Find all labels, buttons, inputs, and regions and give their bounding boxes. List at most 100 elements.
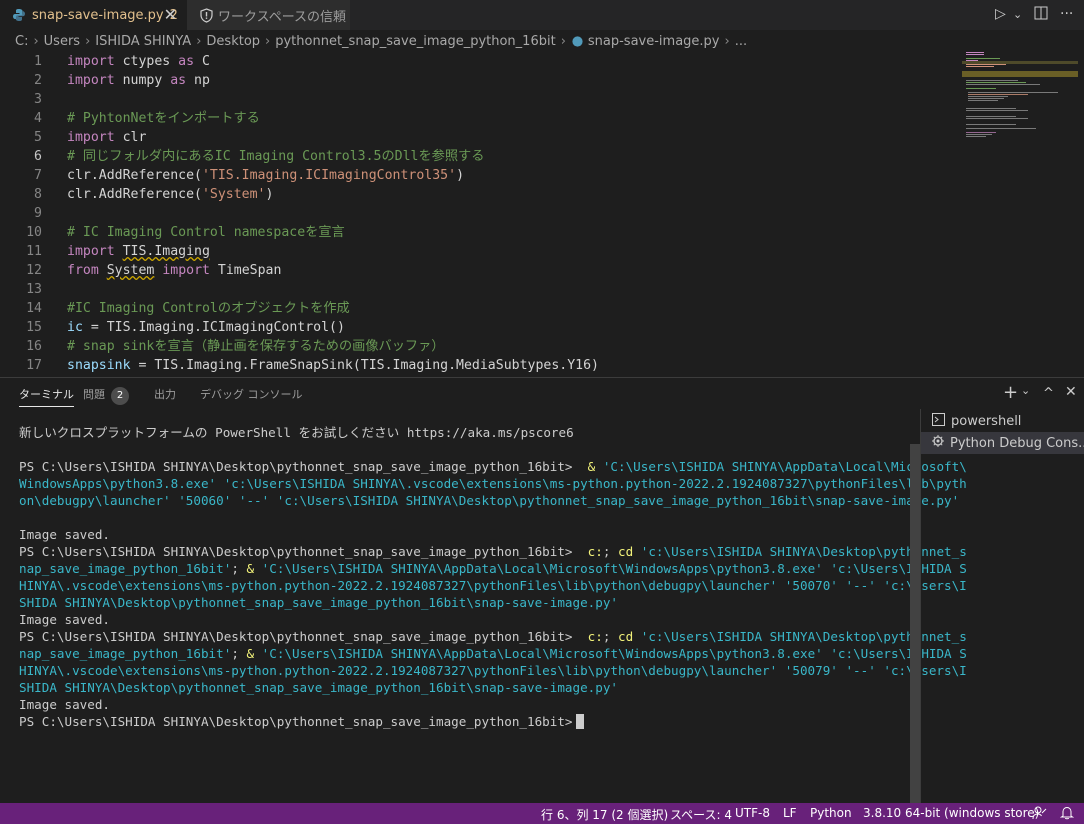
terminal-line: PS C:\Users\ISHIDA SHINYA\Desktop\python… xyxy=(19,543,967,560)
code-line[interactable]: 1 import ctypes as C xyxy=(0,52,960,71)
minimap[interactable] xyxy=(962,52,1078,152)
terminal-text: cd xyxy=(618,629,634,644)
problems-count-badge: 2 xyxy=(111,387,129,405)
code-text: import ctypes as C xyxy=(67,52,210,71)
code-line[interactable]: 5 import clr xyxy=(0,128,960,147)
run-icon[interactable]: ▷ xyxy=(995,6,1006,22)
notifications-bell-icon[interactable] xyxy=(1059,805,1075,823)
status-interpreter[interactable]: 3.8.10 64-bit (windows store) xyxy=(863,806,1039,820)
code-line[interactable]: 12 from System import TimeSpan xyxy=(0,261,960,280)
python-file-icon xyxy=(13,9,25,21)
line-number: 15 xyxy=(26,320,42,335)
breadcrumb-item[interactable]: pythonnet_snap_save_image_python_16bit xyxy=(275,34,555,49)
tab-terminal[interactable]: ターミナル xyxy=(19,386,74,407)
code-line[interactable]: 17 snapsink = TIS.Imaging.FrameSnapSink(T… xyxy=(0,356,960,375)
tab-label: snap-save-image.py xyxy=(32,7,164,23)
code-line[interactable]: 2 import numpy as np xyxy=(0,71,960,90)
more-actions-icon[interactable]: ··· xyxy=(1060,6,1073,22)
tab-workspace-trust[interactable]: ワークスペースの信頼 xyxy=(187,0,350,30)
code-token: ctypes xyxy=(114,54,179,69)
line-number: 10 xyxy=(26,225,42,240)
terminal-text: Image saved. xyxy=(19,527,110,542)
code-line[interactable]: 11 import TIS.Imaging xyxy=(0,242,960,261)
feedback-icon[interactable] xyxy=(1032,805,1047,823)
breadcrumb-item[interactable]: C: xyxy=(15,34,28,49)
code-text: snapsink = TIS.Imaging.FrameSnapSink(TIS… xyxy=(67,356,599,375)
code-token: import xyxy=(162,263,210,278)
status-eol[interactable]: LF xyxy=(783,806,797,820)
tab-problems[interactable]: 問題 2 xyxy=(83,386,129,405)
bottom-panel: ターミナル 問題 2 出力 デバッグ コンソール + ⌄ ^ ✕ 新しいクロスプラ… xyxy=(0,377,1084,804)
chevron-down-icon[interactable]: ⌄ xyxy=(1021,384,1030,397)
terminal-scrollbar[interactable] xyxy=(910,444,920,803)
breadcrumb-item[interactable]: ISHIDA SHINYA xyxy=(95,34,191,49)
code-line[interactable]: 15 ic = TIS.Imaging.ICImagingControl() xyxy=(0,318,960,337)
code-line[interactable]: 3 xyxy=(0,90,960,109)
terminal-line: Image saved. xyxy=(19,611,899,628)
status-language[interactable]: Python xyxy=(810,806,852,820)
split-editor-icon[interactable] xyxy=(1034,6,1048,24)
tab-debug-console[interactable]: デバッグ コンソール xyxy=(200,386,303,402)
status-cursor-position[interactable]: 行 6、列 17 (2 個選択) xyxy=(541,806,668,823)
code-line[interactable]: 7 clr.AddReference('TIS.Imaging.ICImaging… xyxy=(0,166,960,185)
terminal-line: Image saved. xyxy=(19,696,899,713)
code-line[interactable]: 13 xyxy=(0,280,960,299)
close-panel-icon[interactable]: ✕ xyxy=(1065,384,1077,400)
terminal-line: on\debugpy\launcher' '50060' '--' 'c:\Us… xyxy=(19,492,959,509)
line-number: 4 xyxy=(34,111,42,126)
terminal-line: SHIDA SHINYA\Desktop\pythonnet_snap_save… xyxy=(19,679,899,696)
line-number: 13 xyxy=(26,282,42,297)
chevron-down-icon[interactable]: ⌄ xyxy=(1013,8,1022,21)
terminal-list-item-powershell[interactable]: powershell xyxy=(921,410,1084,432)
terminal-text: on\debugpy\launcher' '50060' '--' 'c:\Us… xyxy=(19,493,960,508)
code-line[interactable]: 4 # PyhtonNetをインポートする xyxy=(0,109,960,128)
breadcrumb-item[interactable]: Users xyxy=(44,34,80,49)
tab-snap-save-image[interactable]: snap-save-image.py 2 ✕ xyxy=(0,0,187,30)
breadcrumb-item[interactable]: Desktop xyxy=(206,34,260,49)
code-token: import xyxy=(67,130,115,145)
line-number: 17 xyxy=(26,358,42,373)
terminal-text: ; xyxy=(231,646,247,661)
terminal-line: 新しいクロスプラットフォームの PowerShell をお試しください http… xyxy=(19,424,899,441)
terminal-icon xyxy=(931,412,946,430)
code-editor[interactable]: 1 import ctypes as C 2 import numpy as np 3 4… xyxy=(0,52,1084,374)
status-indentation[interactable]: スペース: 4 xyxy=(670,806,732,823)
breadcrumb-item[interactable]: ... xyxy=(735,34,747,49)
terminal-text: & xyxy=(246,646,255,661)
terminal-text: Image saved. xyxy=(19,697,110,712)
terminal-text: nap_save_image_python_16bit' xyxy=(19,646,232,661)
terminal-list-item-python-debug[interactable]: Python Debug Cons... xyxy=(921,432,1084,454)
tab-bar: snap-save-image.py 2 ✕ ワークスペースの信頼 ▷ ⌄ ··… xyxy=(0,0,1084,30)
terminal-line: nap_save_image_python_16bit'; & 'C:\User… xyxy=(19,560,967,577)
code-line[interactable]: 10 # IC Imaging Control namespaceを宣言 xyxy=(0,223,960,242)
code-line[interactable]: 8 clr.AddReference('System') xyxy=(0,185,960,204)
breadcrumb-item[interactable]: snap-save-image.py xyxy=(588,34,720,49)
code-line[interactable]: 16 # snap sinkを宣言（静止画を保存するための画像バッファ） xyxy=(0,337,960,356)
shield-icon xyxy=(200,7,213,23)
code-token: # snap sinkを宣言（静止画を保存するための画像バッファ） xyxy=(67,339,445,354)
new-terminal-button[interactable]: + xyxy=(1003,382,1018,403)
terminal-output[interactable]: 新しいクロスプラットフォームの PowerShell をお試しください http… xyxy=(19,424,967,730)
status-encoding[interactable]: UTF-8 xyxy=(735,806,770,820)
terminal-text: HINYA\.vscode\extensions\ms-python.pytho… xyxy=(19,663,967,678)
line-number: 12 xyxy=(26,263,42,278)
terminal-text: ; xyxy=(602,629,618,644)
code-line[interactable]: 14 #IC Imaging Controlのオブジェクトを作成 xyxy=(0,299,960,318)
tab-output[interactable]: 出力 xyxy=(154,386,176,402)
code-text: clr.AddReference('System') xyxy=(67,185,273,204)
maximize-panel-icon[interactable]: ^ xyxy=(1043,386,1054,401)
terminal-text: SHIDA SHINYA\Desktop\pythonnet_snap_save… xyxy=(19,595,618,610)
code-token: # IC Imaging Control namespaceを宣言 xyxy=(67,225,345,240)
line-number: 6 xyxy=(34,149,42,164)
tab-label: 問題 xyxy=(83,388,105,401)
code-line[interactable]: 6 # 同じフォルダ内にあるIC Imaging Control3.5のDllを参… xyxy=(0,147,960,166)
terminal-text: 'C:\Users\ISHIDA SHINYA\AppData\Local\Mi… xyxy=(261,561,967,576)
code-token: TIS.Imaging xyxy=(122,244,210,259)
close-icon[interactable]: ✕ xyxy=(164,5,177,24)
code-line[interactable]: 9 xyxy=(0,204,960,223)
code-token: from xyxy=(67,263,99,278)
